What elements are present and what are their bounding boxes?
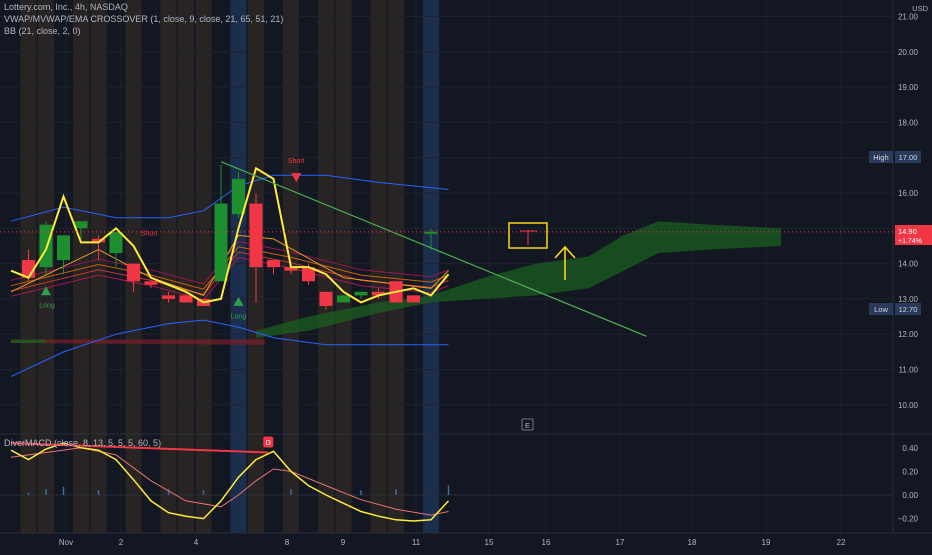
candle-body xyxy=(424,231,438,234)
price-axis-tick: 12.00 xyxy=(898,330,919,339)
price-axis-tick: 19.00 xyxy=(898,83,919,92)
session-shade-band xyxy=(370,0,387,533)
short-signal-label: Short xyxy=(141,230,158,237)
time-axis-tick: 8 xyxy=(285,538,290,547)
candle-body xyxy=(319,291,333,306)
candle-body xyxy=(232,178,245,215)
low-badge-label: Low xyxy=(874,305,888,314)
indicator-legend-bb: BB (21, close, 2, 0) xyxy=(4,26,81,36)
price-axis-tick: 16.00 xyxy=(898,189,919,198)
time-axis-tick: 15 xyxy=(485,538,494,547)
time-axis-tick: Nov xyxy=(59,538,73,547)
macd-axis-tick: 0.00 xyxy=(902,491,918,500)
macd-axis-tick: 0.20 xyxy=(902,467,918,476)
time-axis-tick: 9 xyxy=(341,538,346,547)
symbol-legend: Lottery.com, Inc., 4h, NASDAQ xyxy=(4,2,128,12)
candle-body xyxy=(267,260,280,268)
time-axis-tick: 17 xyxy=(616,538,625,547)
time-axis-tick: 18 xyxy=(688,538,697,547)
indicator-legend-vwap: VWAP/MVWAP/EMA CROSSOVER (1, close, 9, c… xyxy=(4,14,284,24)
trading-chart[interactable]: Long Long Short Short E D 21.00 20.00 19.00 18.00… xyxy=(0,0,932,550)
session-shade-band xyxy=(160,0,177,533)
candle-body xyxy=(354,291,368,296)
candle-body xyxy=(74,221,88,229)
earnings-marker-label: E xyxy=(525,421,530,430)
price-axis-tick: 21.00 xyxy=(898,13,919,22)
candle-body xyxy=(109,231,123,254)
currency-label: USD xyxy=(912,4,928,13)
candle-body xyxy=(407,295,420,303)
candle-body xyxy=(144,281,158,285)
session-shade-band xyxy=(73,0,89,533)
price-axis-tick: 14.00 xyxy=(898,260,919,269)
high-badge-label: High xyxy=(873,153,888,162)
price-axis-tick: 20.00 xyxy=(898,48,919,57)
divergence-badge-label: D xyxy=(266,440,271,447)
candle-body xyxy=(179,295,193,303)
time-axis-tick: 11 xyxy=(412,538,421,547)
long-signal-label: Long xyxy=(231,313,247,320)
candle-body xyxy=(127,263,140,282)
session-shade-band xyxy=(195,0,212,533)
price-axis-tick: 13.00 xyxy=(898,295,919,304)
time-axis-tick: 16 xyxy=(542,538,551,547)
candle-body xyxy=(162,295,175,299)
candle-body xyxy=(214,203,228,282)
price-axis-tick: 10.00 xyxy=(898,401,919,410)
candle-body xyxy=(337,295,350,303)
macd-axis-tick: −0.20 xyxy=(898,515,919,524)
candle-body xyxy=(57,235,70,261)
price-axis-tick: 11.00 xyxy=(899,366,919,375)
price-axis-tick: 18.00 xyxy=(898,118,919,127)
low-badge-value: 12.70 xyxy=(899,305,918,314)
macd-axis-tick: 0.40 xyxy=(902,444,918,453)
time-axis-tick: 2 xyxy=(119,538,124,547)
session-shade-band xyxy=(388,0,404,533)
session-shade-band xyxy=(230,0,247,533)
time-axis-tick: 19 xyxy=(762,538,771,547)
long-signal-label: Long xyxy=(39,303,55,310)
chart-canvas[interactable]: LongLongShortShortED21.0020.0019.0018.00… xyxy=(0,0,932,550)
short-signal-label: Short xyxy=(288,158,305,165)
last-price-change: +1.74% xyxy=(898,238,922,245)
session-shade-band xyxy=(178,0,194,533)
candle-body xyxy=(39,224,53,268)
time-axis-tick: 4 xyxy=(194,538,199,547)
high-badge-value: 17.00 xyxy=(899,153,918,162)
macd-legend: DiverMACD (close, 8, 13, 5, 5, 5, 60, 5) xyxy=(4,438,162,448)
session-shade-band xyxy=(423,0,439,533)
time-axis-tick: 22 xyxy=(837,538,846,547)
candle-body xyxy=(249,203,263,268)
last-price-value: 14.90 xyxy=(898,227,917,236)
cloud-band-bullish-left xyxy=(11,339,46,344)
